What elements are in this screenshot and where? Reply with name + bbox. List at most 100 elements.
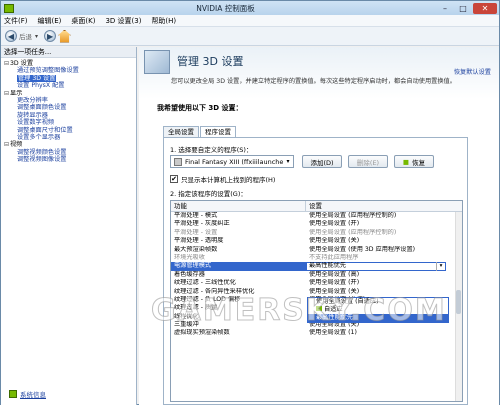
feature-cell: 着色缓存器 — [174, 270, 205, 278]
tree-category-display[interactable]: ⊟ 显示 — [3, 90, 136, 97]
setting-cell: 使用全局设置 (使用 3D 应用程序设置) — [309, 245, 416, 253]
table-row[interactable]: 纹理过滤 - 各向异性采样优化 使用全局设置 (关) — [171, 288, 462, 296]
nvidia-logo-icon — [4, 3, 14, 13]
feature-cell: 平滑处理 - 透明度 — [174, 237, 224, 245]
feature-cell: 纹理过滤 - 各向异性采样优化 — [174, 287, 255, 295]
setting-cell: 不支持此应用程序 — [309, 253, 359, 261]
table-row[interactable]: 着色缓存器 使用全局设置 (高) — [171, 271, 462, 279]
tree-category-video[interactable]: ⊟ 视频 — [3, 141, 136, 148]
setting-cell: 使用全局设置 (应用程序控制的) — [309, 228, 397, 236]
power-mode-dropdown-list: 使用全局设置 (自适应) 自适应 最高性能优先 — [307, 297, 449, 323]
setting-cell: 使用全局设置 (高) — [309, 270, 360, 278]
feature-cell: 环境光吸收 — [174, 253, 205, 261]
dropdown-option-adaptive[interactable]: 自适应 — [308, 306, 448, 314]
menu-3d-settings[interactable]: 3D 设置(3) — [105, 16, 141, 26]
add-button[interactable]: 添加(D) — [302, 155, 342, 168]
column-feature: 功能 — [171, 201, 306, 211]
tree-item-multi-display[interactable]: 设置多个显示器 — [3, 134, 136, 141]
chevron-down-icon[interactable]: ▾ — [35, 33, 38, 40]
tree-item-video-image[interactable]: 调整视频图像设置 — [3, 156, 136, 163]
tab-global-settings[interactable]: 全局设置 — [163, 126, 199, 137]
tree-item-desktop-color[interactable]: 调整桌面颜色设置 — [3, 104, 136, 111]
feature-cell: 纹理过滤 - 三线性优化 — [174, 279, 236, 287]
feature-cell: 电源管理模式 — [171, 262, 306, 271]
table-header: 功能 设置 — [171, 201, 462, 212]
scroll-thumb[interactable] — [456, 290, 461, 314]
setting-cell: 使用全局设置 (关) — [309, 237, 360, 245]
vertical-scrollbar[interactable] — [455, 212, 462, 401]
table-row[interactable]: 虚拟现实预渲染帧数 使用全局设置 (1) — [171, 329, 462, 337]
back-arrow-icon[interactable]: ◀ — [5, 30, 17, 42]
menu-desktop[interactable]: 桌面(K) — [71, 16, 95, 26]
feature-cell: 平滑处理 - 模式 — [174, 212, 218, 219]
dropdown-option-max-performance[interactable]: 最高性能优先 — [308, 314, 448, 322]
tab-program-settings[interactable]: 程序设置 — [200, 126, 236, 137]
table-row[interactable]: 平滑处理 - 设置 使用全局设置 (应用程序控制的) — [171, 229, 462, 237]
window-title: NVIDIA 控制面板 — [196, 3, 255, 13]
table-row[interactable]: 平滑处理 - 模式 使用全局设置 (应用程序控制的) — [171, 212, 462, 220]
task-sidebar: 选择一项任务... ⊟ 3D 设置 通过预览调整图像设置 管理 3D 设置 设置 … — [1, 47, 137, 405]
feature-cell: 纹理过滤 - 质量 — [174, 304, 218, 312]
checkbox[interactable]: ✔ — [170, 175, 178, 183]
tree-item-preview-adjust[interactable]: 通过预览调整图像设置 — [3, 67, 136, 74]
setting-cell: 使用全局设置 (1) — [309, 329, 357, 337]
3d-settings-icon — [144, 50, 170, 74]
feature-cell: 平滑处理 - 灰度纠正 — [174, 220, 230, 228]
tree-item-digital-video[interactable]: 设置数字视频 — [3, 119, 136, 126]
title-bar[interactable]: NVIDIA 控制面板 – □ ✕ — [1, 1, 499, 15]
feature-cell: 纹理过滤 - 负 LOD 偏移 — [174, 295, 241, 303]
section-title: 我希望使用以下 3D 设置： — [157, 104, 243, 112]
system-info-link[interactable]: 系统信息 — [9, 389, 46, 399]
page-banner: 管理 3D 设置 恢复默认设置 您可以更改全局 3D 设置，并建立特定程序的置换… — [139, 47, 499, 99]
maximize-button[interactable]: □ — [455, 3, 471, 14]
program-icon — [174, 157, 182, 166]
setting-cell: 使用全局设置 (开) — [309, 220, 360, 228]
table-row[interactable]: 电源管理模式 最高性能优先 ▾ — [171, 262, 462, 271]
forward-arrow-icon[interactable]: ▶ — [44, 30, 57, 42]
remove-button[interactable]: 删除(E) — [348, 155, 388, 168]
collapse-icon[interactable]: ⊟ — [3, 90, 10, 97]
task-tree: ⊟ 3D 设置 通过预览调整图像设置 管理 3D 设置 设置 PhysX 配置 ⊟… — [1, 58, 136, 163]
check-icon — [316, 306, 322, 311]
app-window: NVIDIA 控制面板 – □ ✕ 文件(F) 编辑(E) 桌面(K) 3D 设… — [0, 0, 500, 405]
feature-cell: 虚拟现实预渲染帧数 — [174, 329, 230, 337]
chevron-down-icon[interactable]: ▾ — [436, 262, 445, 271]
setting-select[interactable]: 最高性能优先 ▾ — [306, 262, 462, 271]
collapse-icon[interactable]: ⊟ — [3, 141, 10, 148]
table-row[interactable]: 平滑处理 - 灰度纠正 使用全局设置 (开) — [171, 220, 462, 228]
feature-cell: 三重缓冲 — [174, 321, 199, 329]
menu-edit[interactable]: 编辑(E) — [38, 16, 62, 26]
table-row[interactable]: 最大预渲染帧数 使用全局设置 (使用 3D 应用程序设置) — [171, 246, 462, 254]
setting-cell: 使用全局设置 (开) — [309, 279, 360, 287]
dropdown-option-global-adaptive[interactable]: 使用全局设置 (自适应) — [308, 298, 448, 306]
minimize-button[interactable]: – — [437, 3, 453, 14]
menu-file[interactable]: 文件(F) — [4, 16, 28, 26]
feature-cell: 线程优化 — [174, 312, 199, 320]
info-icon — [9, 390, 17, 398]
column-setting: 设置 — [309, 202, 322, 210]
tree-item-desktop-size[interactable]: 调整桌面尺寸和位置 — [3, 127, 136, 134]
table-row[interactable]: 纹理过滤 - 三线性优化 使用全局设置 (开) — [171, 279, 462, 287]
nvidia-logo-icon: ■ — [402, 157, 410, 166]
home-icon[interactable] — [58, 29, 72, 43]
page-title: 管理 3D 设置 — [177, 55, 244, 68]
tree-item-physx[interactable]: 设置 PhysX 配置 — [3, 82, 136, 89]
back-label[interactable]: 后退 — [19, 31, 32, 41]
restore-defaults-link[interactable]: 恢复默认设置 — [454, 67, 491, 76]
specify-settings-label: 2. 指定该程序的设置(G)： — [170, 190, 247, 198]
toolbar: ◀ 后退 ▾ ▶ — [1, 27, 499, 46]
table-row[interactable]: 平滑处理 - 透明度 使用全局设置 (关) — [171, 237, 462, 245]
program-settings-panel: 1. 选择要自定义的程序(S)： Final Fantasy XIII (ffx… — [163, 137, 468, 405]
table-row[interactable]: 环境光吸收 不支持此应用程序 — [171, 254, 462, 262]
close-button[interactable]: ✕ — [473, 2, 497, 14]
restore-button[interactable]: ■ 恢复 — [394, 155, 434, 168]
program-select[interactable]: Final Fantasy XIII (ffxiiilauncher.e... … — [170, 155, 294, 168]
chevron-down-icon[interactable]: ▾ — [283, 158, 293, 165]
main-panel: 管理 3D 设置 恢复默认设置 您可以更改全局 3D 设置，并建立特定程序的置换… — [139, 47, 499, 405]
menu-help[interactable]: 帮助(H) — [151, 16, 176, 26]
menu-bar: 文件(F) 编辑(E) 桌面(K) 3D 设置(3) 帮助(H) — [1, 15, 499, 27]
tree-item-video-color[interactable]: 调整视频颜色设置 — [3, 149, 136, 156]
show-found-programs-checkbox[interactable]: ✔ 只显示本计算机上找到的程序(H) — [170, 174, 275, 184]
collapse-icon[interactable]: ⊟ — [3, 60, 10, 67]
power-mode-select[interactable]: 最高性能优先 ▾ — [306, 262, 446, 271]
